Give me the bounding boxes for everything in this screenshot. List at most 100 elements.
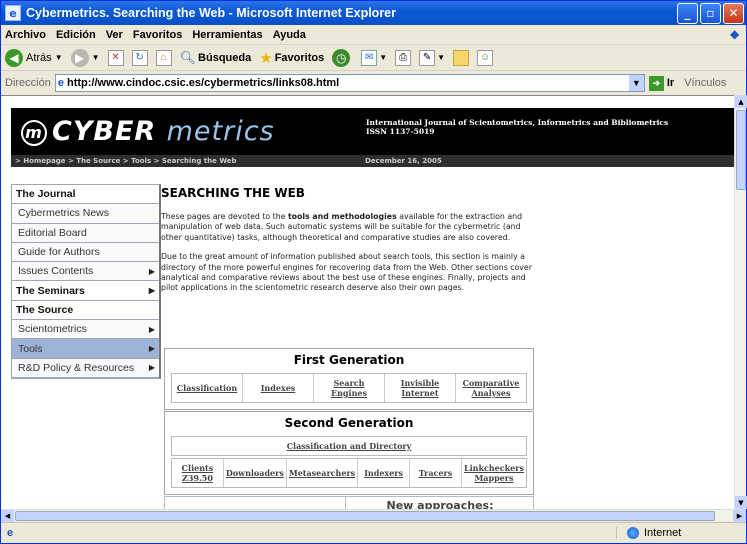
- nav-label: Scientometrics: [18, 323, 87, 336]
- menu-herramientas[interactable]: Herramientas: [192, 29, 262, 41]
- favorites-button[interactable]: ★ Favoritos: [259, 49, 324, 67]
- new-approaches-table: New approaches:: [164, 496, 534, 509]
- nav-label: R&D Policy & Resources: [18, 361, 135, 374]
- link-clients-z3950[interactable]: Clients Z39.50: [172, 459, 224, 487]
- breadcrumb[interactable]: > Homepage > The Source > Tools > Search…: [11, 157, 365, 165]
- horizontal-scroll-thumb[interactable]: [15, 511, 715, 521]
- folder-icon: [453, 49, 470, 66]
- search-label: Búsqueda: [198, 51, 252, 64]
- menu-ayuda[interactable]: Ayuda: [273, 29, 306, 41]
- nav-the-seminars[interactable]: The Seminars ▶: [12, 281, 159, 301]
- stop-button[interactable]: ✕: [107, 49, 124, 66]
- ie-icon: e: [5, 5, 21, 21]
- link-downloaders[interactable]: Downloaders: [224, 459, 287, 487]
- minimize-button[interactable]: _: [677, 2, 698, 24]
- home-button[interactable]: ⌂: [155, 49, 172, 66]
- nav-issues-contents[interactable]: Issues Contents ▶: [12, 262, 159, 282]
- link-indexers[interactable]: Indexers: [358, 459, 411, 487]
- scroll-down-icon[interactable]: ▼: [735, 496, 747, 509]
- intro-bold: tools and methodologies: [287, 212, 397, 221]
- link-indexes[interactable]: Indexes: [243, 374, 314, 402]
- address-input[interactable]: e http://www.cindoc.csic.es/cybermetrics…: [54, 74, 645, 92]
- zone-label: Internet: [644, 527, 682, 539]
- link-linkcheckers-mappers[interactable]: Linkcheckers Mappers: [462, 459, 526, 487]
- nav-tools[interactable]: Tools ▶: [12, 339, 159, 359]
- forward-arrow-icon: ▶: [70, 48, 89, 67]
- vertical-scroll-thumb[interactable]: [736, 110, 746, 190]
- history-icon: ◷: [332, 48, 351, 67]
- maximize-button[interactable]: ▫: [700, 2, 721, 24]
- page-status-icon: e: [7, 527, 14, 539]
- nav-label: Tools: [18, 342, 43, 355]
- address-dropdown-icon[interactable]: ▼: [628, 75, 644, 91]
- folder-button[interactable]: [453, 49, 470, 66]
- forward-dropdown-icon[interactable]: ▼: [92, 53, 100, 62]
- menu-bar: Archivo Edición Ver Favoritos Herramient…: [1, 25, 746, 45]
- mail-button[interactable]: ✉ ▼: [361, 49, 387, 66]
- mail-icon: ✉: [361, 49, 378, 66]
- new-approaches-title: New approaches:: [345, 496, 534, 509]
- forward-button[interactable]: ▶ ▼: [70, 48, 100, 67]
- back-button[interactable]: ◀ Atrás ▼: [5, 48, 63, 67]
- cybermetrics-logo[interactable]: m CYBER metrics: [21, 116, 275, 147]
- page-title: SEARCHING THE WEB: [161, 186, 305, 200]
- mail-dropdown-icon[interactable]: ▼: [379, 53, 387, 62]
- messenger-button[interactable]: ☺: [477, 49, 494, 66]
- link-search-engines[interactable]: Search Engines: [314, 374, 385, 402]
- print-icon: ⎙: [395, 49, 412, 66]
- intro-text-a: These pages are devoted to the: [161, 212, 288, 221]
- print-button[interactable]: ⎙: [395, 49, 412, 66]
- search-button[interactable]: 🔍︎ Búsqueda: [180, 50, 252, 66]
- messenger-icon: ☺: [477, 49, 494, 66]
- link-metasearchers[interactable]: Metasearchers: [287, 459, 359, 487]
- close-button[interactable]: ✕: [723, 2, 744, 24]
- vertical-scrollbar[interactable]: ▲ ▼: [734, 95, 747, 509]
- back-label: Atrás: [26, 51, 52, 64]
- links-button[interactable]: Vínculos: [684, 77, 726, 89]
- scroll-right-icon[interactable]: ▶: [733, 510, 746, 522]
- nav-label: Editorial Board: [18, 226, 87, 239]
- link-classification[interactable]: Classification: [172, 374, 243, 402]
- scroll-up-icon[interactable]: ▲: [735, 95, 747, 108]
- title-bar[interactable]: e Cybermetrics. Searching the Web - Micr…: [1, 1, 746, 25]
- nav-the-journal[interactable]: The Journal: [12, 185, 159, 205]
- link-classification-directory[interactable]: Classification and Directory: [171, 436, 527, 456]
- back-dropdown-icon[interactable]: ▼: [55, 53, 63, 62]
- address-bar: Dirección e http://www.cindoc.csic.es/cy…: [1, 72, 746, 94]
- internet-globe-icon: [627, 527, 639, 539]
- nav-the-source[interactable]: The Source: [12, 300, 159, 321]
- menu-ver[interactable]: Ver: [106, 29, 123, 41]
- journal-title: International Journal of Scientometrics,…: [366, 118, 669, 127]
- nav-cybermetrics-news[interactable]: Cybermetrics News: [12, 204, 159, 224]
- go-button[interactable]: ➔ Ir: [648, 75, 674, 91]
- nav-scientometrics[interactable]: Scientometrics ▶: [12, 320, 159, 340]
- page-icon: e: [57, 77, 64, 89]
- nav-rd-policy-resources[interactable]: R&D Policy & Resources ▶: [12, 358, 159, 378]
- link-comparative-analyses[interactable]: Comparative Analyses: [456, 374, 526, 402]
- nav-label: Cybermetrics News: [18, 207, 110, 220]
- edit-button[interactable]: ✎ ▼: [419, 49, 445, 66]
- main-content: SEARCHING THE WEB These pages are devote…: [161, 186, 541, 303]
- favorites-star-icon: ★: [259, 49, 273, 67]
- second-generation-table: Second Generation Classification and Dir…: [164, 411, 534, 495]
- menu-edicion[interactable]: Edición: [56, 29, 96, 41]
- refresh-icon: ↻: [131, 49, 148, 66]
- edit-dropdown-icon[interactable]: ▼: [437, 53, 445, 62]
- nav-label: The Seminars: [16, 284, 85, 297]
- journal-issn: ISSN 1137-5019: [366, 127, 435, 136]
- scroll-left-icon[interactable]: ◀: [1, 510, 14, 522]
- nav-editorial-board[interactable]: Editorial Board: [12, 223, 159, 243]
- address-url[interactable]: http://www.cindoc.csic.es/cybermetrics/l…: [67, 77, 629, 89]
- link-invisible-internet[interactable]: Invisible Internet: [385, 374, 456, 402]
- menu-archivo[interactable]: Archivo: [5, 29, 46, 41]
- issue-date: December 16, 2005: [365, 157, 442, 165]
- nav-arrow-icon: ▶: [148, 324, 155, 334]
- refresh-button[interactable]: ↻: [131, 49, 148, 66]
- menu-favoritos[interactable]: Favoritos: [133, 29, 183, 41]
- nav-guide-for-authors[interactable]: Guide for Authors: [12, 242, 159, 263]
- link-tracers[interactable]: Tracers: [410, 459, 462, 487]
- horizontal-scrollbar[interactable]: ◀ ▶: [1, 509, 746, 522]
- history-button[interactable]: ◷: [332, 48, 353, 67]
- second-generation-title: Second Generation: [165, 412, 533, 434]
- home-icon: ⌂: [155, 49, 172, 66]
